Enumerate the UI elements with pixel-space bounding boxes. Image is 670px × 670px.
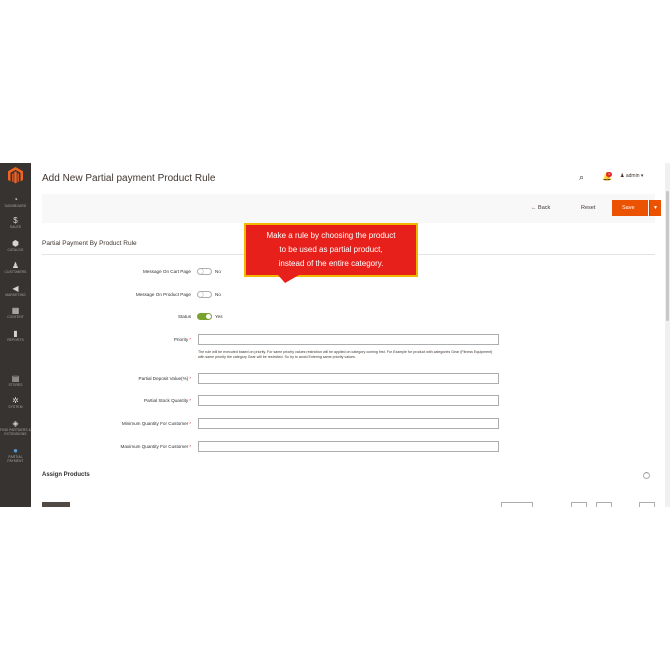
save-options-toggle[interactable]: ▼ xyxy=(649,200,661,216)
stock-label: Partial Stock Quantity* xyxy=(144,398,191,403)
min-qty-input[interactable] xyxy=(198,418,499,429)
message-cart-value: No xyxy=(215,269,221,274)
sidebar-item-customers[interactable]: ♟ CUSTOMERS xyxy=(0,261,31,274)
notification-badge[interactable]: 4 xyxy=(606,172,612,177)
deposit-input[interactable] xyxy=(198,373,499,384)
dollar-icon: $ xyxy=(13,216,18,225)
sidebar-item-dashboard[interactable]: ◔ DASHBOARD xyxy=(0,195,31,208)
cube-icon: ⬢ xyxy=(12,239,19,248)
reset-button[interactable]: Reset xyxy=(581,205,595,211)
page-title: Add New Partial payment Product Rule xyxy=(42,173,216,184)
sidebar-item-partial-payment[interactable]: ● PARTIAL PAYMENT xyxy=(0,446,31,463)
sidebar-item-marketing[interactable]: ◀ MARKETING xyxy=(0,284,31,297)
deposit-label: Partial Deposit Value(%)* xyxy=(138,376,192,381)
tutorial-callout: Make a rule by choosing the product to b… xyxy=(244,223,418,277)
priority-label: Priority* xyxy=(173,337,191,342)
assign-products-title[interactable]: Assign Products xyxy=(42,472,90,478)
message-product-toggle[interactable] xyxy=(197,291,212,298)
back-button[interactable]: ← Back xyxy=(531,205,550,211)
sidebar-item-catalog[interactable]: ⬢ CATALOG xyxy=(0,239,31,252)
main-content: Add New Partial payment Product Rule ⌕ 🔔… xyxy=(31,163,670,507)
search-icon[interactable]: ⌕ xyxy=(579,172,584,183)
admin-window: ◔ DASHBOARD $ SALES ⬢ CATALOG ♟ CUSTOMER… xyxy=(0,163,670,507)
sidebar-item-system[interactable]: ✲ SYSTEM xyxy=(0,396,31,409)
store-icon: ▤ xyxy=(11,374,20,383)
page-actions-bar: ← Back Reset Save ▼ xyxy=(42,194,661,223)
status-value: Yes xyxy=(215,314,223,319)
grid-prev-button[interactable] xyxy=(571,502,587,507)
gear-icon: ✲ xyxy=(12,396,19,405)
status-label: Status xyxy=(177,314,191,319)
magento-logo-icon xyxy=(8,167,23,184)
user-menu[interactable]: ♟ admin ▾ xyxy=(620,173,643,179)
message-product-label: Message On Product Page xyxy=(135,292,191,297)
min-qty-label: Minimum Quantity For Customer* xyxy=(121,421,191,426)
section-title: Partial Payment By Product Rule xyxy=(42,240,137,247)
grid-page-input[interactable] xyxy=(596,502,612,507)
sidebar-item-content[interactable]: ▦ CONTENT xyxy=(0,306,31,319)
collapse-icon[interactable]: ⌃ xyxy=(643,472,650,479)
message-product-value: No xyxy=(215,292,221,297)
sidebar-item-sales[interactable]: $ SALES xyxy=(0,216,31,229)
sidebar-item-partners[interactable]: ◈ FIND PARTNERS & EXTENSIONS xyxy=(0,419,31,436)
grid-search-button[interactable] xyxy=(42,502,70,507)
grid-next-button[interactable] xyxy=(639,502,655,507)
partners-icon: ◈ xyxy=(12,419,19,428)
save-button[interactable]: Save xyxy=(612,200,648,216)
admin-sidebar: ◔ DASHBOARD $ SALES ⬢ CATALOG ♟ CUSTOMER… xyxy=(0,163,31,507)
magento-logo[interactable] xyxy=(0,163,31,187)
layout-icon: ▦ xyxy=(11,306,20,315)
megaphone-icon: ◀ xyxy=(12,284,19,293)
message-cart-label: Message On Cart Page xyxy=(142,269,191,274)
partial-payment-icon: ● xyxy=(13,446,18,455)
bar-chart-icon: ▮ xyxy=(13,329,18,338)
priority-note: The rule will be executed based on prior… xyxy=(198,350,493,359)
user-icon: ♟ xyxy=(620,173,625,179)
priority-input[interactable] xyxy=(198,334,499,345)
user-name: admin ▾ xyxy=(625,173,644,179)
stock-input[interactable] xyxy=(198,395,499,406)
max-qty-input[interactable] xyxy=(198,441,499,452)
sidebar-item-stores[interactable]: ▤ STORES xyxy=(0,374,31,387)
callout-tail xyxy=(278,275,299,283)
dashboard-icon: ◔ xyxy=(13,195,18,204)
sidebar-item-reports[interactable]: ▮ REPORTS xyxy=(0,329,31,342)
max-qty-label: Maximum Quantity For Customer* xyxy=(120,444,191,449)
message-cart-toggle[interactable] xyxy=(197,268,212,275)
status-toggle[interactable] xyxy=(197,313,212,320)
grid-page-size-select[interactable] xyxy=(501,502,533,507)
person-icon: ♟ xyxy=(11,261,20,270)
page-scrollbar[interactable] xyxy=(665,163,670,507)
